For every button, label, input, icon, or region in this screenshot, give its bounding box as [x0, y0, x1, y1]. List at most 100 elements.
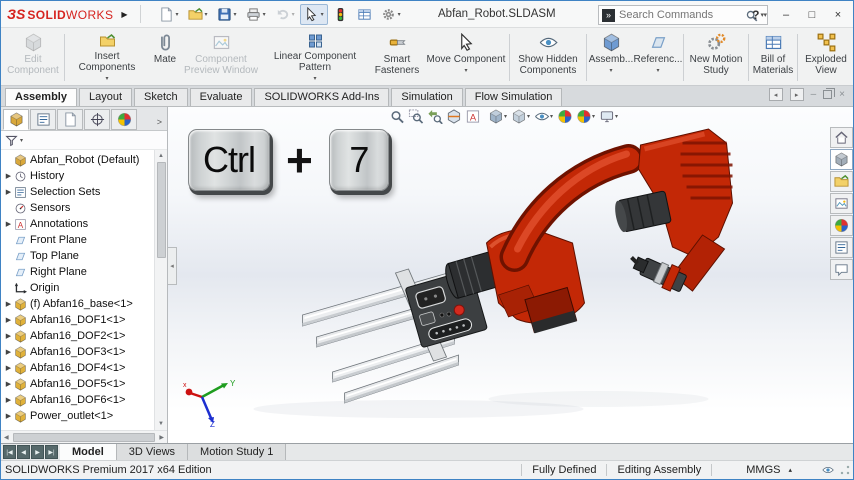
dropdown-arrow[interactable]: ▾	[504, 113, 507, 120]
tree-item[interactable]: ▶History	[1, 168, 154, 184]
scroll-down-icon[interactable]: ▼	[158, 418, 164, 430]
display-manager-tab[interactable]	[111, 109, 137, 130]
dropdown-arrow[interactable]: ▾	[313, 74, 316, 85]
tree-item[interactable]: ▶Selection Sets	[1, 184, 154, 200]
new-document-button[interactable]: ▾	[155, 4, 183, 25]
tree-vertical-scrollbar[interactable]: ▲ ▼	[154, 150, 167, 430]
zoom-to-area-button[interactable]	[406, 108, 425, 125]
dropdown-arrow[interactable]: ▾	[527, 113, 530, 120]
tree-item[interactable]: ▶Annotations	[1, 216, 154, 232]
expand-arrow-icon[interactable]: ▶	[3, 188, 14, 196]
appearances-scenes-button[interactable]	[830, 215, 853, 236]
tree-item[interactable]: ▶Abfan16_DOF4<1>	[1, 360, 154, 376]
dropdown-arrow[interactable]: ▾	[263, 11, 266, 18]
custom-properties-button[interactable]	[830, 237, 853, 258]
section-view-button[interactable]	[444, 108, 463, 125]
previous-view-button[interactable]	[425, 108, 444, 125]
rebuild-traffic-light-button[interactable]	[329, 4, 352, 25]
next-tab-button[interactable]: ▶	[31, 445, 44, 459]
dropdown-arrow[interactable]: ▾	[592, 113, 595, 120]
graphics-viewport[interactable]: ▾▾▾▾▾ ◂ Ctrl+7	[168, 107, 853, 443]
expand-arrow-icon[interactable]: ▶	[3, 220, 14, 228]
expand-arrow-icon[interactable]: ▶	[3, 332, 14, 340]
expand-arrow-icon[interactable]: ▶	[3, 172, 14, 180]
tab-model[interactable]: Model	[60, 444, 117, 460]
file-properties-button[interactable]	[353, 4, 376, 25]
print-button[interactable]: ▾	[242, 4, 270, 25]
dock-left-icon[interactable]: ◂	[769, 88, 783, 101]
units-label[interactable]: MMGS	[712, 464, 788, 476]
scroll-right-icon[interactable]: ▶	[159, 431, 164, 444]
tree-item[interactable]: Abfan_Robot (Default)	[1, 152, 154, 168]
view-settings-button[interactable]: ▾	[597, 108, 620, 125]
doc-minimize-button[interactable]: –	[811, 89, 817, 100]
dropdown-arrow[interactable]: ▾	[234, 11, 237, 18]
feature-manager-tab[interactable]	[3, 109, 29, 130]
smart-fasteners-button[interactable]: Smart Fasteners	[370, 30, 424, 85]
expand-arrow-icon[interactable]: ▶	[3, 380, 14, 388]
save-button[interactable]: ▾	[213, 4, 241, 25]
dropdown-arrow[interactable]: ▾	[656, 66, 659, 77]
home-button[interactable]	[830, 127, 853, 148]
dropdown-arrow[interactable]: ▾	[464, 66, 467, 77]
maximize-button[interactable]: □	[805, 9, 819, 21]
edit-appearance-button[interactable]	[555, 108, 574, 125]
undo-button[interactable]: ▾	[271, 4, 299, 25]
menu-flyout-arrow[interactable]: ▶	[121, 10, 127, 19]
search-input[interactable]	[619, 9, 745, 21]
solidworks-forum-button[interactable]	[830, 259, 853, 280]
options-gear-button[interactable]: ▾	[377, 4, 405, 25]
panel-splitter[interactable]: ◂	[168, 247, 177, 285]
dropdown-arrow[interactable]: ▾	[615, 113, 618, 120]
units-dropdown-arrow[interactable]: ▴	[788, 466, 822, 474]
assemb-button[interactable]: Assemb...▾	[588, 30, 634, 85]
tree-item[interactable]: ▶(f) Abfan16_base<1>	[1, 296, 154, 312]
help-dropdown-arrow[interactable]: ▾	[763, 11, 767, 19]
tab-evaluate[interactable]: Evaluate	[190, 88, 253, 106]
resize-grip[interactable]	[840, 465, 850, 475]
tab-solidworks-add-ins[interactable]: SOLIDWORKS Add-Ins	[254, 88, 389, 106]
tab-flow-simulation[interactable]: Flow Simulation	[465, 88, 563, 106]
zoom-to-fit-button[interactable]	[387, 108, 406, 125]
tab-assembly[interactable]: Assembly	[5, 88, 77, 106]
new-motion-study-button[interactable]: New Motion Study	[685, 30, 747, 85]
design-library-button[interactable]	[830, 171, 853, 192]
expand-arrow-icon[interactable]: ▶	[3, 364, 14, 372]
search-box[interactable]: » ▾	[598, 5, 768, 25]
display-style-button[interactable]: ▾	[509, 108, 532, 125]
hide-show-items-button[interactable]: ▾	[532, 108, 555, 125]
dock-right-icon[interactable]: ▸	[790, 88, 804, 101]
bill-of-materials-button[interactable]: Bill of Materials	[750, 30, 796, 85]
tree-item[interactable]: ▶Abfan16_DOF6<1>	[1, 392, 154, 408]
dropdown-arrow[interactable]: ▾	[176, 11, 179, 18]
dropdown-arrow[interactable]: ▾	[205, 11, 208, 18]
tab-motion-study-1[interactable]: Motion Study 1	[188, 444, 286, 460]
tree-item[interactable]: Sensors	[1, 200, 154, 216]
previous-tab-button[interactable]: ◀	[17, 445, 30, 459]
expand-arrow-icon[interactable]: ▶	[3, 300, 14, 308]
show-hidden-components-button[interactable]: Show Hidden Components	[511, 30, 585, 85]
tree-item[interactable]: ▶Power_outlet<1>	[1, 408, 154, 424]
open-folder-button[interactable]: ▾	[184, 4, 212, 25]
help-button[interactable]: ?	[752, 8, 759, 22]
move-component-button[interactable]: Move Component▾	[424, 30, 508, 85]
tree-item[interactable]: Front Plane	[1, 232, 154, 248]
property-manager-tab[interactable]	[30, 109, 56, 130]
apply-scene-button[interactable]: ▾	[574, 108, 597, 125]
exploded-view-button[interactable]: Exploded View	[799, 30, 853, 85]
expand-arrow-icon[interactable]: ▶	[3, 348, 14, 356]
filter-dropdown-arrow[interactable]: ▾	[20, 137, 23, 144]
panel-expand-chevron[interactable]: >	[152, 117, 167, 130]
configuration-manager-tab[interactable]	[57, 109, 83, 130]
scroll-thumb[interactable]	[13, 433, 156, 442]
dropdown-arrow[interactable]: ▾	[398, 11, 401, 18]
tree-item[interactable]: Right Plane	[1, 264, 154, 280]
view-orientation-button[interactable]: ▾	[486, 108, 509, 125]
dynamic-annotation-views-button[interactable]	[463, 108, 482, 125]
referenc-button[interactable]: Referenc...▾	[634, 30, 682, 85]
tab-simulation[interactable]: Simulation	[391, 88, 462, 106]
dropdown-arrow[interactable]: ▾	[550, 113, 553, 120]
scroll-left-icon[interactable]: ◀	[4, 431, 9, 444]
first-tab-button[interactable]: |◀	[3, 445, 16, 459]
solidworks-resources-button[interactable]	[830, 149, 853, 170]
